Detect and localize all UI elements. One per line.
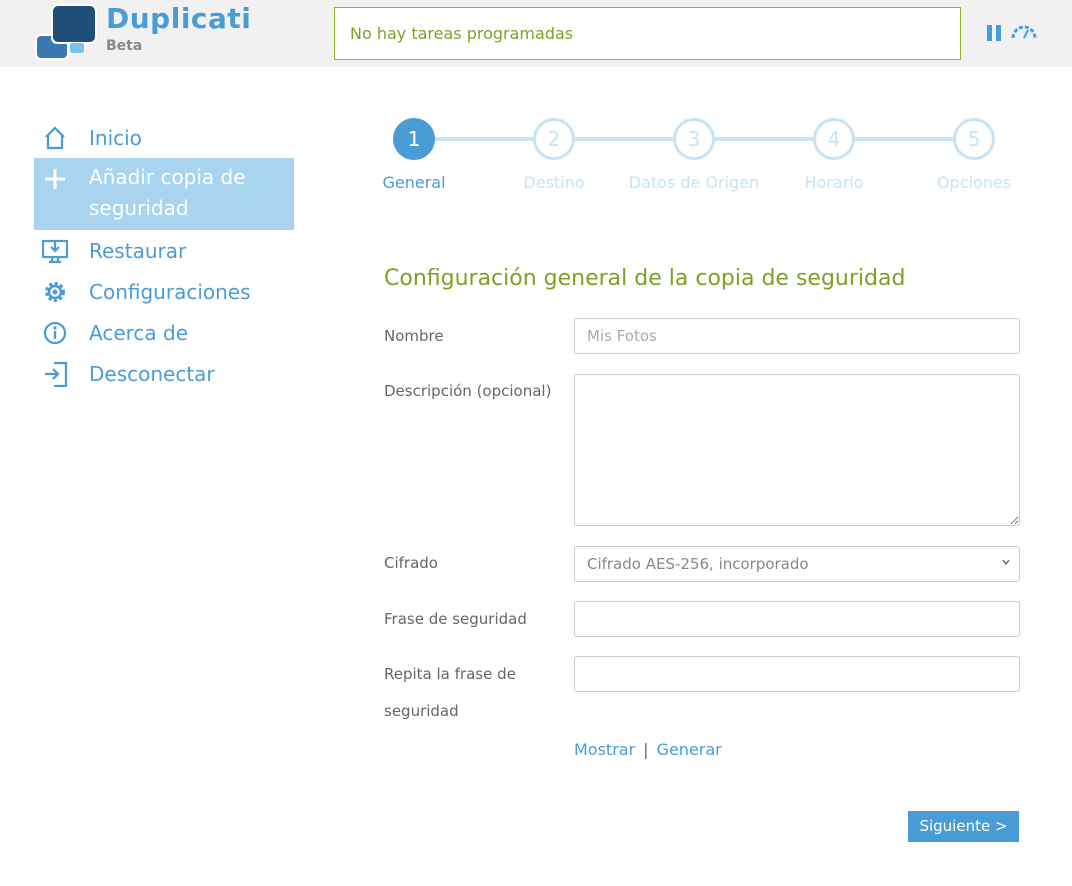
sidebar-item-label: Configuraciones bbox=[89, 280, 251, 304]
name-label: Nombre bbox=[384, 327, 444, 345]
generate-passphrase-link[interactable]: Generar bbox=[657, 740, 722, 759]
sidebar-item-label: Inicio bbox=[89, 126, 142, 150]
encryption-select-value: Cifrado AES-256, incorporado bbox=[587, 555, 809, 573]
step-2-circle[interactable]: 2 bbox=[533, 118, 575, 160]
info-icon bbox=[43, 321, 67, 345]
status-bar: No hay tareas programadas bbox=[334, 7, 961, 60]
step-5-circle[interactable]: 5 bbox=[953, 118, 995, 160]
app-brand-name: Duplicati bbox=[106, 2, 252, 35]
sidebar-nav: Inicio Añadir copia de seguridad Restaur… bbox=[34, 117, 294, 394]
description-textarea[interactable] bbox=[574, 374, 1020, 526]
duplicati-logo-icon bbox=[35, 4, 97, 60]
pause-icon[interactable] bbox=[987, 25, 1001, 41]
description-label: Descripción (opcional) bbox=[384, 382, 552, 400]
show-passphrase-link[interactable]: Mostrar bbox=[574, 740, 635, 759]
step-2-label[interactable]: Destino bbox=[474, 173, 634, 192]
name-input[interactable] bbox=[574, 318, 1020, 354]
sidebar-item-settings[interactable]: Configuraciones bbox=[34, 271, 294, 312]
sidebar-item-restore[interactable]: Restaurar bbox=[34, 230, 294, 271]
speed-gauge-icon[interactable] bbox=[1010, 22, 1038, 42]
passphrase-links: Mostrar | Generar bbox=[574, 740, 722, 759]
step-5-label[interactable]: Opciones bbox=[894, 173, 1054, 192]
step-4-circle[interactable]: 4 bbox=[813, 118, 855, 160]
section-title: Configuración general de la copia de seg… bbox=[384, 266, 906, 291]
home-icon bbox=[45, 126, 65, 150]
gear-icon bbox=[45, 282, 65, 302]
passphrase-label: Frase de seguridad bbox=[384, 610, 527, 628]
repeat-passphrase-label: Repita la frase de seguridad bbox=[384, 665, 516, 720]
sidebar-item-add-backup[interactable]: Añadir copia de seguridad bbox=[34, 158, 294, 230]
step-connector bbox=[434, 137, 534, 141]
step-1-label[interactable]: General bbox=[334, 173, 494, 192]
step-4-label[interactable]: Horario bbox=[754, 173, 914, 192]
logout-icon bbox=[45, 361, 68, 387]
sidebar-item-label: Restaurar bbox=[89, 239, 187, 263]
plus-icon bbox=[45, 169, 65, 189]
step-connector bbox=[854, 137, 954, 141]
sidebar-item-label: Añadir copia de seguridad bbox=[89, 165, 246, 220]
status-text: No hay tareas programadas bbox=[350, 24, 574, 43]
step-1-circle[interactable]: 1 bbox=[393, 118, 435, 160]
sidebar-item-logout[interactable]: Desconectar bbox=[34, 353, 294, 394]
repeat-passphrase-input[interactable] bbox=[574, 656, 1020, 692]
sidebar-item-label: Desconectar bbox=[89, 362, 215, 386]
sidebar-item-home[interactable]: Inicio bbox=[34, 117, 294, 158]
wizard-steps: 1 2 3 4 5 General Destino Datos de Orige… bbox=[382, 117, 1024, 207]
sidebar-item-about[interactable]: Acerca de bbox=[34, 312, 294, 353]
step-connector bbox=[714, 137, 814, 141]
chevron-down-icon bbox=[1002, 559, 1010, 566]
sidebar-item-label: Acerca de bbox=[89, 321, 189, 345]
step-connector bbox=[574, 137, 674, 141]
passphrase-input[interactable] bbox=[574, 601, 1020, 637]
encryption-select[interactable]: Cifrado AES-256, incorporado bbox=[574, 546, 1020, 582]
restore-monitor-icon bbox=[42, 239, 68, 264]
link-separator: | bbox=[643, 740, 649, 759]
beta-badge: Beta bbox=[106, 38, 143, 54]
next-button[interactable]: Siguiente > bbox=[908, 811, 1019, 842]
encryption-label: Cifrado bbox=[384, 554, 438, 572]
top-header: Duplicati Beta No hay tareas programadas bbox=[0, 0, 1072, 67]
step-3-label[interactable]: Datos de Origen bbox=[614, 173, 774, 192]
step-3-circle[interactable]: 3 bbox=[673, 118, 715, 160]
